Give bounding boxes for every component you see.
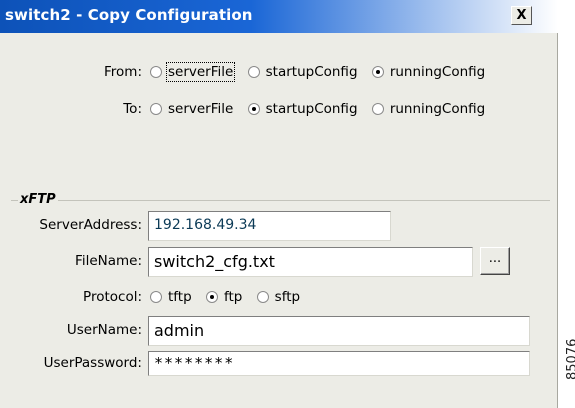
from-option-startupconfig[interactable]: startupConfig bbox=[247, 64, 358, 80]
to-radio-group: serverFile startupConfig runningConfig bbox=[150, 101, 495, 119]
title-bar[interactable]: switch2 - Copy Configuration X bbox=[0, 0, 558, 33]
radio-selected-icon bbox=[205, 291, 218, 303]
from-option-runningconfig[interactable]: runningConfig bbox=[371, 64, 485, 80]
server-address-label: ServerAddress: bbox=[39, 217, 142, 233]
radio-icon bbox=[256, 291, 269, 303]
browse-button[interactable]: ... bbox=[480, 247, 510, 275]
to-option-runningconfig[interactable]: runningConfig bbox=[371, 101, 485, 117]
radio-icon bbox=[150, 66, 162, 78]
from-option-serverfile[interactable]: serverFile bbox=[150, 62, 236, 82]
file-name-input[interactable]: switch2_cfg.txt bbox=[148, 247, 473, 277]
radio-icon bbox=[150, 291, 162, 303]
protocol-option-ftp[interactable]: ftp bbox=[205, 289, 242, 305]
user-name-label: UserName: bbox=[66, 322, 142, 338]
figure-id-label: 85076 bbox=[565, 338, 575, 380]
radio-selected-icon bbox=[371, 66, 384, 78]
radio-icon bbox=[371, 103, 384, 115]
to-label: To: bbox=[123, 101, 142, 117]
from-label: From: bbox=[104, 64, 142, 80]
user-name-input[interactable]: admin bbox=[148, 316, 530, 346]
radio-icon bbox=[247, 66, 260, 78]
to-option-serverfile[interactable]: serverFile bbox=[150, 101, 233, 117]
to-option-startupconfig[interactable]: startupConfig bbox=[247, 101, 358, 117]
window-title: switch2 - Copy Configuration bbox=[5, 6, 253, 24]
server-address-input[interactable]: 192.168.49.34 bbox=[148, 211, 391, 241]
radio-selected-icon bbox=[247, 103, 260, 115]
protocol-label: Protocol: bbox=[83, 289, 142, 305]
xftp-section-heading: xFTP bbox=[18, 192, 58, 207]
copy-configuration-dialog: switch2 - Copy Configuration X From: ser… bbox=[0, 0, 558, 408]
protocol-option-tftp[interactable]: tftp bbox=[150, 289, 192, 305]
protocol-option-sftp[interactable]: sftp bbox=[256, 289, 300, 305]
radio-icon bbox=[150, 103, 162, 115]
from-radio-group: serverFile startupConfig runningConfig bbox=[150, 62, 495, 82]
close-window-button[interactable]: X bbox=[511, 6, 532, 25]
file-name-label: FileName: bbox=[75, 253, 142, 269]
user-password-label: UserPassword: bbox=[43, 355, 142, 371]
section-divider bbox=[11, 200, 550, 201]
protocol-radio-group: tftp ftp sftp bbox=[150, 289, 310, 307]
user-password-input[interactable]: ******** bbox=[148, 351, 530, 376]
